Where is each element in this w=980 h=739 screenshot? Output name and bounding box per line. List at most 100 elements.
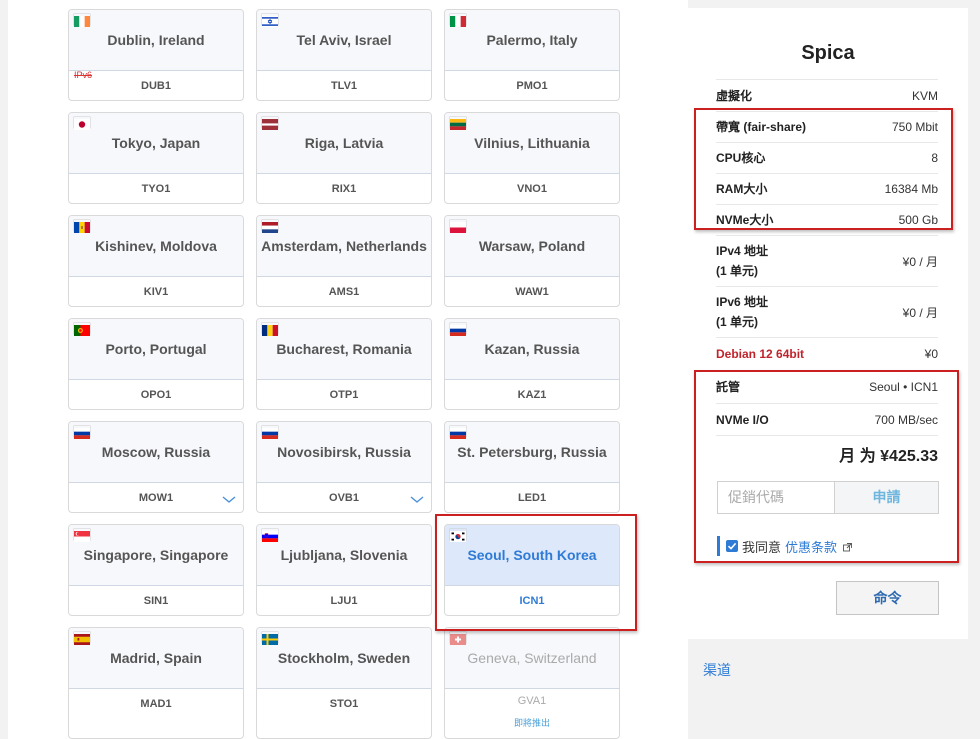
location-code: OTP1 xyxy=(329,389,359,401)
location-card-ovb1[interactable]: Novosibirsk, Russia OVB1 xyxy=(256,421,432,513)
order-button[interactable]: 命令 xyxy=(836,581,939,615)
location-code: SIN1 xyxy=(143,595,169,607)
location-city: Vilnius, Lithuania xyxy=(474,135,590,151)
flag-sg-icon xyxy=(74,529,90,542)
location-city: Porto, Portugal xyxy=(105,341,207,357)
ipv6-tag: IPv6 xyxy=(74,70,93,80)
location-code: TLV1 xyxy=(330,80,358,92)
spec-row: 虛擬化 KVM xyxy=(716,79,938,111)
location-city: Geneva, Switzerland xyxy=(467,650,597,666)
location-code: LJU1 xyxy=(330,595,358,607)
location-card-header: Warsaw, Poland xyxy=(445,216,619,277)
location-card-otp1[interactable]: Bucharest, Romania OTP1 xyxy=(256,318,432,410)
location-card-kaz1[interactable]: Kazan, Russia KAZ1 xyxy=(444,318,620,410)
flag-ru-icon xyxy=(262,426,278,440)
location-card-ams1[interactable]: Amsterdam, Netherlands AMS1 xyxy=(256,215,432,307)
chevron-down-icon[interactable] xyxy=(409,492,425,504)
flag-si-icon xyxy=(262,529,278,543)
channel-link[interactable]: 渠道 xyxy=(703,660,731,680)
location-code: STO1 xyxy=(329,698,359,710)
flag-pl-icon xyxy=(450,220,466,233)
location-card-header: Kazan, Russia xyxy=(445,319,619,380)
location-card-sto1[interactable]: Stockholm, Sweden STO1 xyxy=(256,627,432,739)
location-card-tyo1[interactable]: Tokyo, Japan TYO1 xyxy=(68,112,244,204)
location-code: DUB1 xyxy=(141,80,171,92)
flag-ru-icon xyxy=(450,426,466,440)
location-code: KIV1 xyxy=(143,286,169,298)
location-city: Riga, Latvia xyxy=(304,135,384,151)
chevron-down-icon[interactable] xyxy=(221,492,237,504)
location-card-header: Tokyo, Japan xyxy=(69,113,243,174)
location-city: Madrid, Spain xyxy=(110,650,202,666)
location-city: Ljubljana, Slovenia xyxy=(280,547,408,563)
location-card-header: Novosibirsk, Russia xyxy=(257,422,431,483)
location-card-kiv1[interactable]: Kishinev, Moldova KIV1 xyxy=(68,215,244,307)
spec-value: ¥0 xyxy=(924,347,938,361)
location-card-header: Stockholm, Sweden xyxy=(257,628,431,689)
location-code: MAD1 xyxy=(140,698,172,710)
location-card-header: St. Petersburg, Russia xyxy=(445,422,619,483)
location-city: Kishinev, Moldova xyxy=(95,238,217,254)
flag-ru-icon xyxy=(74,426,90,440)
location-card-header: Singapore, Singapore xyxy=(69,525,243,586)
flag-lv-icon xyxy=(262,117,278,130)
location-code: VNO1 xyxy=(517,183,547,195)
location-card-header: Kishinev, Moldova xyxy=(69,216,243,277)
location-code: GVA1 xyxy=(517,695,547,707)
spec-label: IPv4 地址 (1 单元) xyxy=(716,244,769,278)
location-city: Tel Aviv, Israel xyxy=(296,32,392,48)
location-card-vno1[interactable]: Vilnius, Lithuania VNO1 xyxy=(444,112,620,204)
location-card-header: Dublin, Ireland xyxy=(69,10,243,71)
plan-title: Spica xyxy=(801,42,855,64)
location-card-sin1[interactable]: Singapore, Singapore SIN1 xyxy=(68,524,244,616)
flag-ch-icon xyxy=(450,632,466,645)
location-city: Palermo, Italy xyxy=(486,32,578,48)
spec-value: ¥0 / 月 xyxy=(902,254,938,269)
highlight-box-specs xyxy=(694,108,953,230)
location-city: Stockholm, Sweden xyxy=(277,650,411,666)
location-card-mow1[interactable]: Moscow, Russia MOW1 xyxy=(68,421,244,513)
location-city: Warsaw, Poland xyxy=(478,238,586,254)
location-card-opo1[interactable]: Porto, Portugal OPO1 xyxy=(68,318,244,410)
location-code: MOW1 xyxy=(138,492,174,504)
location-card-rix1[interactable]: Riga, Latvia RIX1 xyxy=(256,112,432,204)
location-code: PMO1 xyxy=(516,80,548,92)
highlight-box-selected-location xyxy=(435,514,637,631)
flag-ro-icon xyxy=(262,323,278,336)
spec-label: 虛擬化 xyxy=(716,88,753,103)
location-city: Novosibirsk, Russia xyxy=(277,444,411,460)
spec-label: Debian 12 64bit xyxy=(716,347,805,361)
spec-row: IPv6 地址 (1 单元) ¥0 / 月 xyxy=(716,286,938,337)
location-city: St. Petersburg, Russia xyxy=(457,444,607,460)
flag-pt-icon xyxy=(74,323,90,336)
spec-row: Debian 12 64bit ¥0 xyxy=(716,337,938,370)
location-card-header: Vilnius, Lithuania xyxy=(445,113,619,174)
location-card-header: Bucharest, Romania xyxy=(257,319,431,380)
location-card-dub1[interactable]: Dublin, Ireland DUB1 IPv6 xyxy=(68,9,244,101)
spec-value: KVM xyxy=(911,88,938,103)
flag-jp-icon xyxy=(74,117,90,130)
location-card-waw1[interactable]: Warsaw, Poland WAW1 xyxy=(444,215,620,307)
location-code: RIX1 xyxy=(331,183,357,195)
location-code: OPO1 xyxy=(140,389,172,401)
location-card-header: Tel Aviv, Israel xyxy=(257,10,431,71)
location-card-header: Ljubljana, Slovenia xyxy=(257,525,431,586)
location-city: Moscow, Russia xyxy=(101,444,211,460)
location-city: Bucharest, Romania xyxy=(276,341,412,357)
location-card-led1[interactable]: St. Petersburg, Russia LED1 xyxy=(444,421,620,513)
location-code: KAZ1 xyxy=(517,389,547,401)
location-card-gva1: Geneva, Switzerland GVA1 即將推出 xyxy=(444,627,620,739)
location-card-tlv1[interactable]: Tel Aviv, Israel TLV1 xyxy=(256,9,432,101)
location-card-lju1[interactable]: Ljubljana, Slovenia LJU1 xyxy=(256,524,432,616)
location-card-mad1[interactable]: Madrid, Spain MAD1 xyxy=(68,627,244,739)
location-city: Amsterdam, Netherlands xyxy=(261,238,427,254)
flag-ru-icon xyxy=(450,323,466,337)
flag-se-icon xyxy=(262,632,278,645)
spec-label: IPv6 地址 (1 单元) xyxy=(716,295,769,329)
location-city: Kazan, Russia xyxy=(484,341,580,357)
highlight-box-location-summary xyxy=(694,370,959,563)
location-card-pmo1[interactable]: Palermo, Italy PMO1 xyxy=(444,9,620,101)
order-summary-panel: Spica 虛擬化 KVM 帶寬 (fair-share) 750 Mbit CPU核心… xyxy=(688,8,968,639)
location-city: Singapore, Singapore xyxy=(83,547,229,563)
location-code: AMS1 xyxy=(328,286,360,298)
